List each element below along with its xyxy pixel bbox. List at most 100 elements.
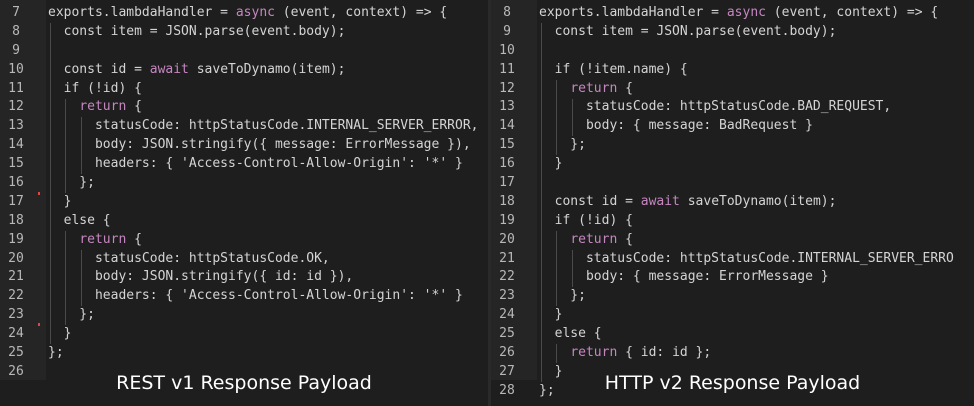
code-text: headers: { 'Access-Control-Allow-Origin'… [48,288,463,304]
line-number: 12 [8,99,24,115]
indent-guide [65,98,67,193]
code-text: const id = await saveToDynamo(item); [539,193,837,209]
code-line: 7 exports.lambdaHandler = async (event, c… [0,4,488,23]
caption-http-v2: HTTP v2 Response Payload [604,372,861,394]
line-number: 23 [499,288,515,304]
code-text: body: JSON.stringify({ id: id }), [48,269,354,285]
line-number: 13 [8,118,24,134]
line-number: 18 [8,212,24,228]
code-text: exports.lambdaHandler = async (event, co… [48,5,448,20]
code-editor[interactable]: 7 exports.lambdaHandler = async (event, c… [0,4,488,382]
code-line: 8 const item = JSON.parse(event.body); [0,23,488,42]
keyword: return [570,80,618,96]
code-line: 18 const id = await saveToDynamo(item); [491,193,974,212]
code-line: 17 } [0,193,488,212]
code-text: } [48,193,72,209]
line-number: 15 [499,137,515,153]
keyword: await [149,61,189,77]
code-line: 14 body: { message: BadRequest } [491,117,974,136]
code-text: const id = await saveToDynamo(item); [48,61,346,77]
line-number: 15 [8,156,24,172]
line-number: 14 [499,118,515,134]
indent-guide [556,79,558,156]
code-text: return { [570,80,633,96]
code-text: const item = JSON.parse(event.body); [48,23,346,39]
line-number: 9 [503,23,511,39]
line-number: 21 [8,269,24,285]
line-number: 11 [499,61,515,77]
code-text: statusCode: httpStatusCode.OK, [48,250,330,266]
code-line: 20 statusCode: httpStatusCode.OK, [0,250,488,269]
keyword: return [79,231,127,247]
caption-rest-v1: REST v1 Response Payload [116,372,372,394]
code-line: 21 body: JSON.stringify({ id: id }), [0,268,488,287]
code-line: 10 [491,42,974,61]
line-number: 16 [8,175,24,191]
indent-guide [49,22,51,345]
code-line: 20 return { [491,231,974,250]
code-line: 11 if (!item.name) { [491,61,974,80]
indent-guide [556,230,558,307]
line-number: 22 [8,288,24,304]
line-number: 11 [8,80,24,96]
line-number: 16 [499,156,515,172]
code-line: 21 statusCode: httpStatusCode.INTERNAL_S… [491,250,974,269]
code-text: } [48,326,72,342]
code-line: 8 exports.lambdaHandler = async (event, c… [491,4,974,23]
code-line: 11 if (!id) { [0,80,488,99]
indent-guide [556,344,558,364]
code-text: return { [79,231,142,247]
keyword: return [79,99,127,115]
code-line: 24 } [0,325,488,344]
line-number: 24 [499,307,515,323]
code-text: }; [48,345,64,361]
line-number: 9 [12,42,20,58]
line-number: 12 [499,80,515,96]
code-text: }; [539,137,586,153]
keyword: return [570,231,618,247]
code-line: 16 } [491,155,974,174]
keyword: async [726,5,766,20]
code-text: exports.lambdaHandler = async (event, co… [539,5,939,20]
line-number: 19 [8,231,24,247]
code-line: 12 return { [0,98,488,117]
code-text: statusCode: httpStatusCode.BAD_REQUEST, [539,99,892,115]
code-line: 13 statusCode: httpStatusCode.INTERNAL_S… [0,117,488,136]
code-line: 26 return { id: id }; [491,344,974,363]
code-text: if (!id) { [539,212,633,228]
line-number: 10 [499,42,515,58]
indent-guide [80,249,82,307]
code-text: body: { message: BadRequest } [539,118,813,134]
line-number: 24 [8,326,24,342]
keyword: async [235,5,275,20]
line-number: 7 [12,5,20,20]
indent-guide [65,230,67,326]
line-number: 22 [499,269,515,285]
indent-guide [80,117,82,175]
code-line: 12 return { [491,80,974,99]
code-line: 15 }; [491,136,974,155]
code-line: 16 }; [0,174,488,193]
code-text: return { id: id }; [570,345,712,361]
code-text: headers: { 'Access-Control-Allow-Origin'… [48,156,463,172]
line-number: 10 [8,61,24,77]
line-number: 19 [499,212,515,228]
code-line: 25 else { [491,325,974,344]
line-number: 13 [499,99,515,115]
code-line: 19 if (!id) { [491,212,974,231]
code-pane-http-v2: 8 exports.lambdaHandler = async (event, c… [491,0,974,406]
code-text: statusCode: httpStatusCode.INTERNAL_SERV… [539,250,954,266]
code-line: 13 statusCode: httpStatusCode.BAD_REQUES… [491,98,974,117]
code-line: 17 [491,174,974,193]
code-line: 18 else { [0,212,488,231]
line-number: 25 [8,345,24,361]
code-text: } [539,307,563,323]
code-line: 15 headers: { 'Access-Control-Allow-Orig… [0,155,488,174]
code-line: 25}; [0,344,488,363]
code-line: 9 [0,42,488,61]
code-editor[interactable]: 8 exports.lambdaHandler = async (event, c… [491,4,974,401]
code-text: else { [539,326,602,342]
line-number: 14 [8,137,24,153]
code-text: if (!item.name) { [539,61,688,77]
keyword: return [570,345,618,361]
